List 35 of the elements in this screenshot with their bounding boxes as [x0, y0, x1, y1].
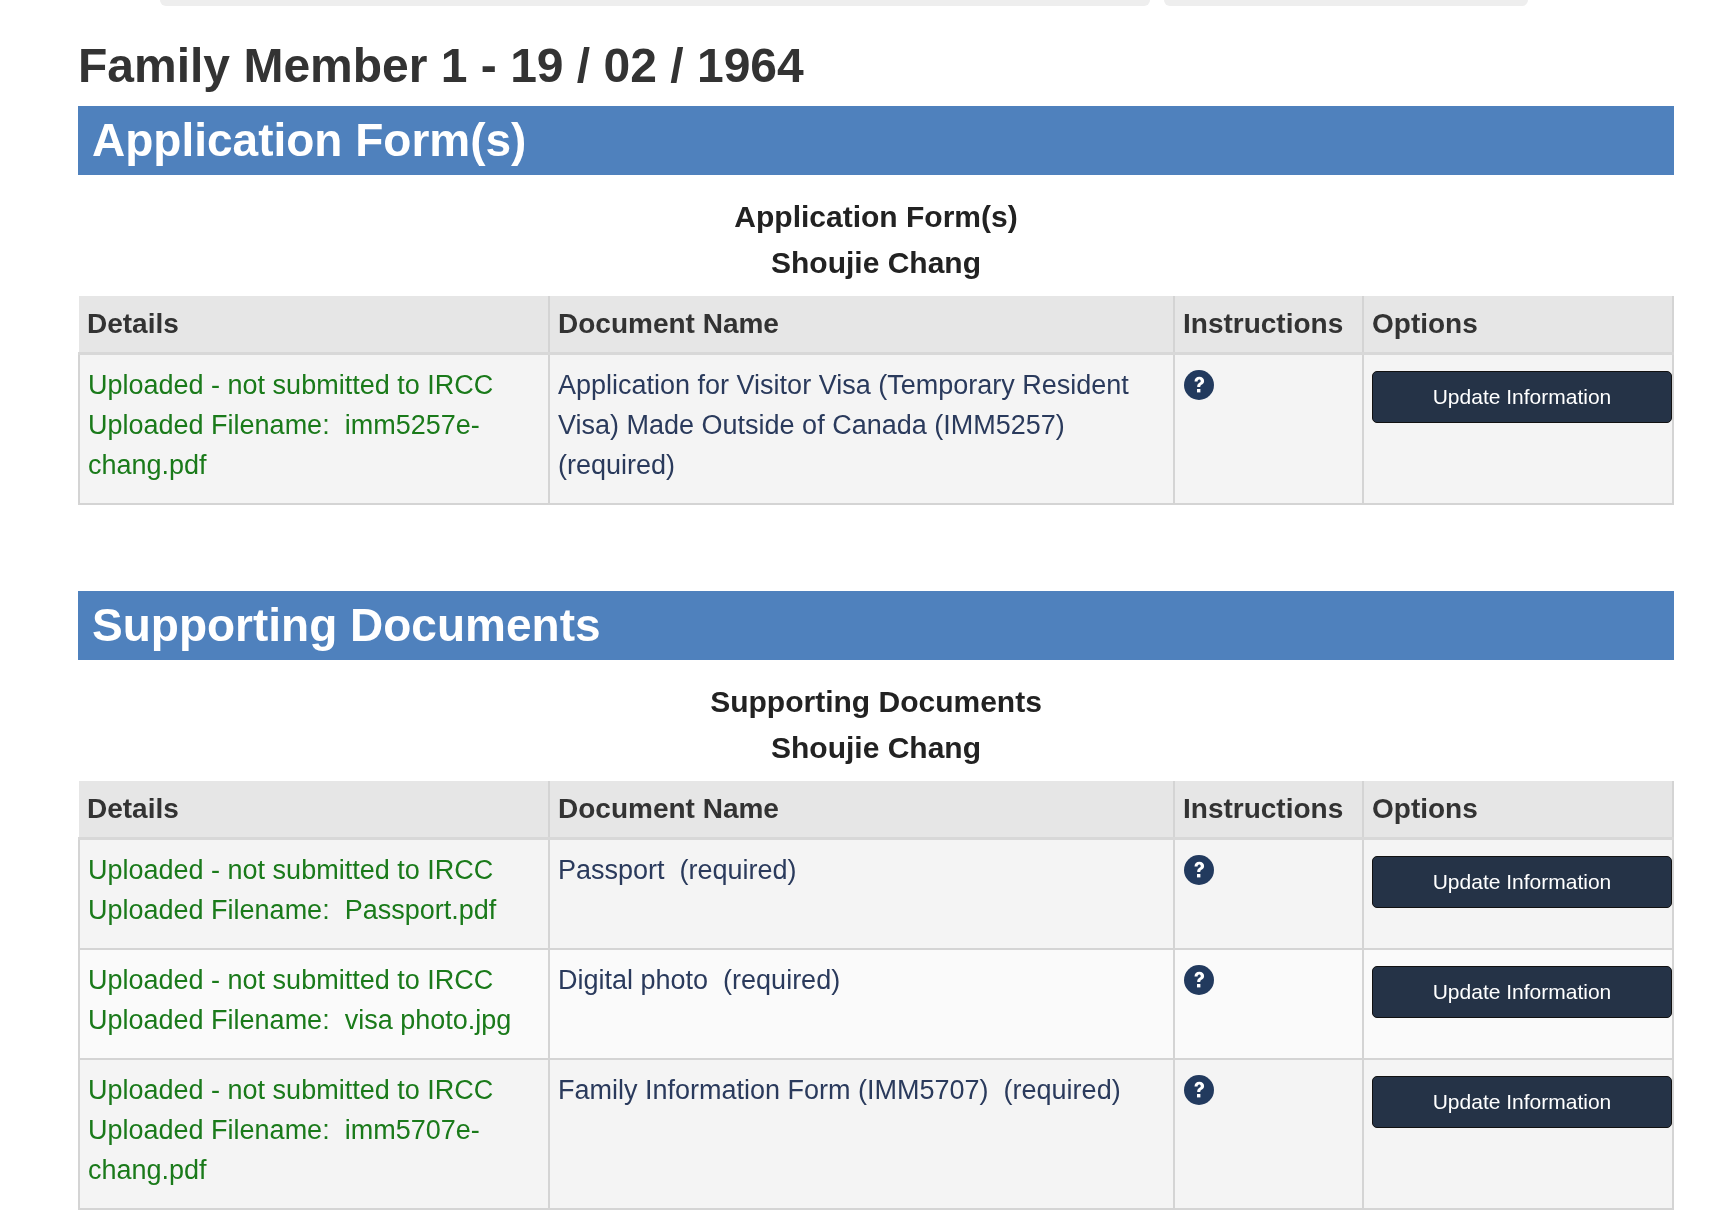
document-name: Digital photo (required)	[549, 949, 1174, 1059]
help-icon[interactable]	[1183, 1074, 1215, 1106]
update-information-button[interactable]: Update Information	[1372, 856, 1672, 908]
document-name: Family Information Form (IMM5707) (required)	[549, 1059, 1174, 1209]
update-information-button[interactable]: Update Information	[1372, 1076, 1672, 1128]
upload-status: Uploaded - not submitted to IRCC	[88, 1074, 495, 1107]
person-name: Shoujie Chang	[770, 245, 982, 281]
uploaded-filename: Uploaded Filename: imm5707e-chang.pdf	[88, 1114, 481, 1187]
document-name: Passport (required)	[549, 838, 1174, 949]
column-header: Instructions	[1174, 781, 1363, 839]
column-header: Options	[1363, 296, 1673, 354]
person-name: Shoujie Chang	[770, 730, 982, 766]
column-header: Instructions	[1174, 296, 1363, 354]
column-header: Details	[79, 296, 549, 354]
uploaded-filename: Uploaded Filename: visa photo.jpg	[88, 1004, 513, 1037]
update-information-button[interactable]: Update Information	[1372, 371, 1672, 423]
page-title: Family Member 1 - 19 / 02 / 1964	[78, 42, 805, 90]
column-header: Details	[79, 781, 549, 839]
help-icon[interactable]	[1183, 369, 1215, 401]
section-heading: Application Form(s)	[78, 106, 1674, 175]
update-information-button[interactable]: Update Information	[1372, 966, 1672, 1018]
document-name: Application for Visitor Visa (Temporary Resident Visa) Made Outside of Canada (IMM5257) (required)	[549, 353, 1174, 504]
help-icon[interactable]	[1183, 854, 1215, 886]
column-header: Document Name	[549, 296, 1174, 354]
column-header: Options	[1363, 781, 1673, 839]
help-icon[interactable]	[1183, 964, 1215, 996]
upload-status: Uploaded - not submitted to IRCC	[88, 854, 495, 887]
upload-status: Uploaded - not submitted to IRCC	[88, 964, 495, 997]
table-caption: Application Form(s)	[733, 199, 1019, 235]
uploaded-filename: Uploaded Filename: imm5257e-chang.pdf	[88, 409, 481, 482]
uploaded-filename: Uploaded Filename: Passport.pdf	[88, 894, 498, 927]
column-header: Document Name	[549, 781, 1174, 839]
table-caption: Supporting Documents	[709, 684, 1043, 720]
section-heading: Supporting Documents	[78, 591, 1674, 660]
upload-status: Uploaded - not submitted to IRCC	[88, 369, 495, 402]
